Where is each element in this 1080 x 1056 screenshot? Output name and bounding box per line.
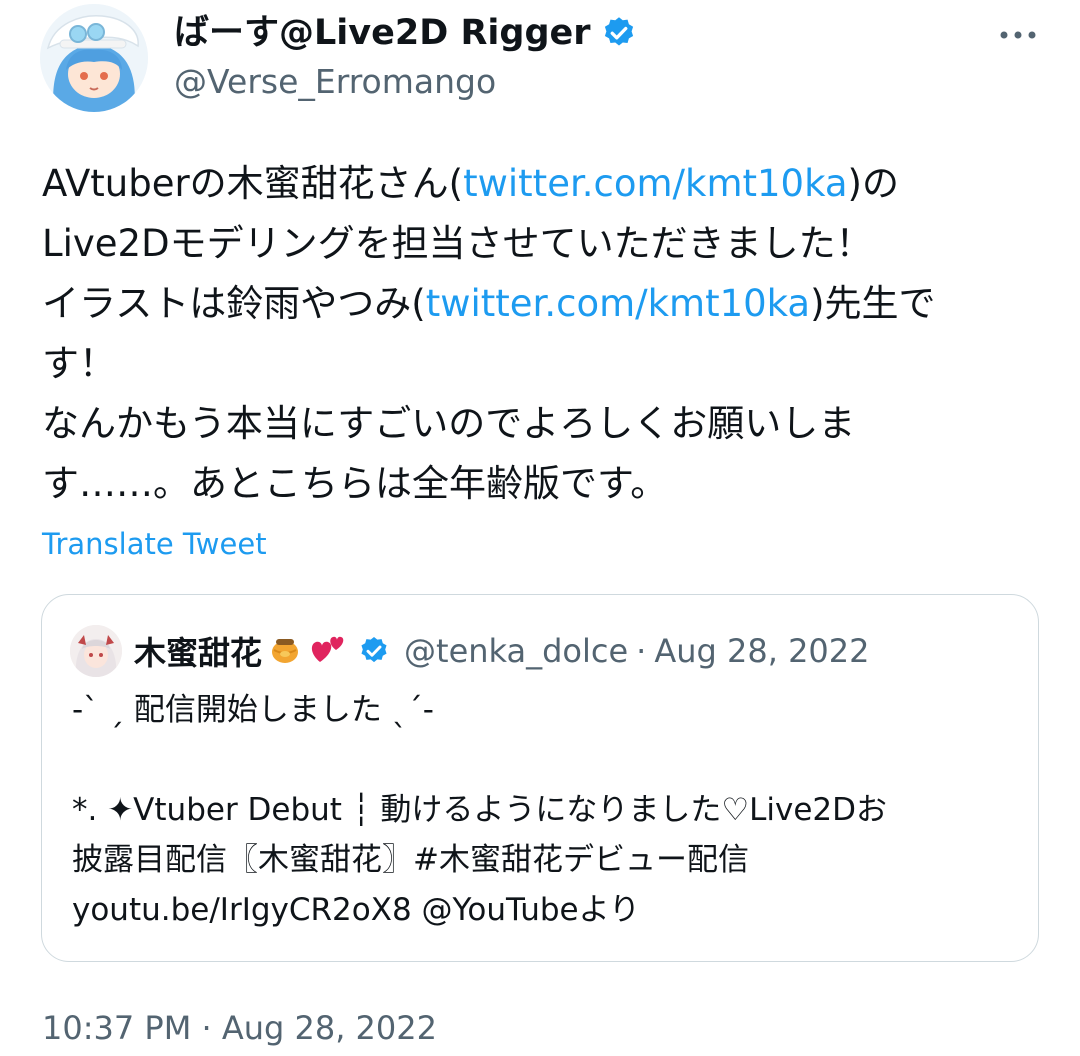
author-name[interactable]: ばーす@Live2D Rigger — [174, 10, 591, 56]
translate-tweet-link[interactable]: Translate Tweet — [42, 524, 267, 564]
quoted-tweet-card[interactable]: 木蜜甜花 @tenka_dolce · Aug 28, 2022 -ˋ ˏ 配信… — [41, 594, 1039, 962]
quoted-tweet-header: 木蜜甜花 @tenka_dolce · Aug 28, 2022 — [134, 625, 870, 677]
quoted-author-avatar[interactable] — [70, 625, 122, 677]
two-hearts-emoji-icon — [308, 632, 348, 670]
separator-dot: · — [636, 632, 647, 670]
honey-emoji-icon — [268, 632, 302, 670]
author-handle[interactable]: @Verse_Erromango — [174, 60, 496, 104]
tweet-text: AVtuberの木蜜甜花さん(twitter.com/kmt10ka)の Liv… — [42, 154, 1042, 514]
author-avatar[interactable] — [40, 4, 148, 112]
verified-badge-icon[interactable] — [601, 15, 637, 51]
more-dots-icon — [1000, 31, 1036, 39]
more-options-button[interactable] — [994, 20, 1042, 50]
avatar-character-icon — [70, 625, 122, 677]
tweet-link[interactable]: twitter.com/kmt10ka — [426, 282, 810, 325]
quoted-author-name[interactable]: 木蜜甜花 — [134, 628, 262, 674]
verified-badge-icon[interactable] — [358, 635, 390, 667]
avatar-character-icon — [40, 4, 148, 112]
tweet-timestamp[interactable]: 10:37 PM · Aug 28, 2022 — [42, 1006, 437, 1050]
quoted-tweet-text: -ˋ ˏ 配信開始しました ˎˊ- *. ✦Vtuber Debut ┆ 動ける… — [72, 692, 888, 928]
quoted-author-handle[interactable]: @tenka_dolce — [404, 632, 628, 670]
tweet-text-part: AVtuberの木蜜甜花さん( — [42, 162, 464, 205]
quoted-tweet-date[interactable]: Aug 28, 2022 — [654, 632, 869, 670]
tweet-link[interactable]: twitter.com/kmt10ka — [463, 162, 847, 205]
author-name-row[interactable]: ばーす@Live2D Rigger — [174, 10, 637, 56]
